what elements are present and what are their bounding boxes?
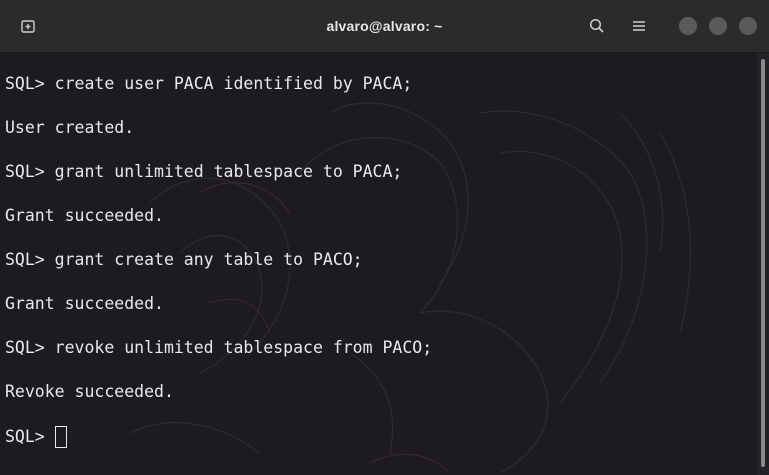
terminal-line: Revoke succeeded. [5,382,174,401]
window-title: alvaro@alvaro: ~ [326,18,443,34]
hamburger-menu-icon [633,21,645,31]
menu-button[interactable] [626,13,652,39]
vertical-scrollbar[interactable] [757,53,769,475]
search-button[interactable] [584,13,610,39]
terminal-line: SQL> grant create any table to PACO; [5,250,363,269]
terminal-window: alvaro@alvaro: ~ SQL> create user PACA i… [0,0,769,475]
terminal-line: Grant succeeded. [5,294,164,313]
terminal-line: User created. [5,118,135,137]
text-cursor [54,426,67,448]
terminal-line: SQL> create user PACA identified by PACA… [5,74,413,93]
prompt-text: SQL> [5,427,45,446]
maximize-button[interactable] [709,17,727,35]
terminal-line: Grant succeeded. [5,206,164,225]
terminal-output-area[interactable]: SQL> create user PACA identified by PACA… [0,53,757,475]
command-prompt[interactable]: SQL> [5,425,432,449]
terminal-line: SQL> grant unlimited tablespace to PACA; [5,162,403,181]
search-icon [589,18,604,33]
terminal-lines: SQL> create user PACA identified by PACA… [5,73,432,449]
terminal-line: SQL> revoke unlimited tablespace from PA… [5,338,433,357]
minimize-button[interactable] [679,17,697,35]
title-bar[interactable]: alvaro@alvaro: ~ [0,0,769,53]
close-button[interactable] [739,17,757,35]
scrollbar-thumb[interactable] [761,59,765,467]
